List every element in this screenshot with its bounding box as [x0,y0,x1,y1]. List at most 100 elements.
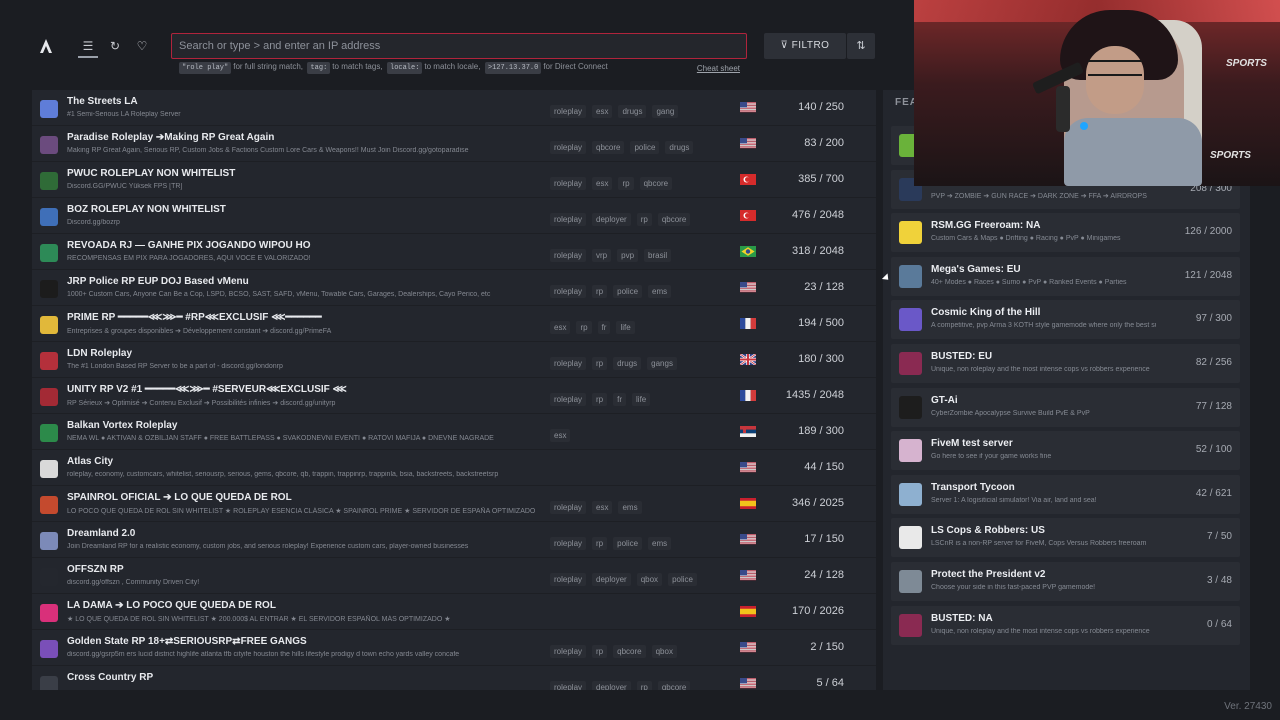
tag-chip[interactable]: deployer [592,681,631,690]
tag-chip[interactable]: rp [592,285,608,298]
tag-chip[interactable]: esx [550,429,571,442]
tag-chip[interactable]: pvp [617,249,639,262]
tag-chip[interactable]: qbcore [592,141,625,154]
server-row[interactable]: REVOADA RJ — GANHE PIX JOGANDO WIPOU HO R… [32,234,876,270]
tag-chip[interactable]: qbcore [657,213,691,226]
tag-chip[interactable]: brasil [644,249,672,262]
featured-server-row[interactable]: BUSTED: EU Unique, non roleplay and the m… [891,344,1240,383]
server-list[interactable]: The Streets LA #1 Semi-Serious LA Rolepla… [32,90,876,690]
tag-chip[interactable]: qbcore [657,681,691,690]
server-row[interactable]: Atlas City roleplay, economy, customcars,… [32,450,876,486]
tag-chip[interactable]: police [613,537,643,550]
tag-chip[interactable]: gangs [647,357,677,370]
tag-chip[interactable]: esx [592,501,613,514]
server-row[interactable]: JRP Police RP EUP DOJ Based vMenu 1000+ C… [32,270,876,306]
tag-chip[interactable]: life [616,321,635,334]
server-row[interactable]: LDN Roleplay The #1 London Based RP Serve… [32,342,876,378]
tag-chip[interactable]: drugs [613,357,642,370]
player-count: 2 / 150 [810,641,844,653]
tag-chip[interactable]: drugs [618,105,647,118]
tag-chip[interactable]: roleplay [550,285,587,298]
server-list-icon[interactable]: ☰ [78,36,98,58]
tag-chip[interactable]: roleplay [550,681,587,690]
featured-server-row[interactable]: BUSTED: NA Unique, non roleplay and the m… [891,605,1240,645]
tag-chip[interactable]: rp [636,681,652,690]
tag-chip[interactable]: rp [636,213,652,226]
server-row[interactable]: Dreamland 2.0 Join Dreamland RP for a rea… [32,522,876,558]
search-input[interactable] [172,34,746,58]
server-row[interactable]: OFFSZN RP discord.gg/offszn , Community D… [32,558,876,594]
featured-server-row[interactable]: LS Cops & Robbers: US LSCnR is a non-RP s… [891,518,1240,558]
sort-button[interactable]: ⇅ [847,33,875,59]
tag-chip[interactable]: roleplay [550,573,587,586]
history-icon[interactable]: ↻ [105,36,125,56]
tag-chip[interactable]: deployer [592,213,631,226]
tag-chip[interactable]: gang [652,105,679,118]
tag-chip[interactable]: esx [592,177,613,190]
server-row[interactable]: LA DAMA ➔ LO POCO QUE QUEDA DE ROL ★ LO Q… [32,594,876,630]
server-row[interactable]: Golden State RP 18+⇄SERIOUSRP⇄FREE GANGS… [32,630,876,666]
tag-chip[interactable]: ems [648,537,672,550]
featured-server-row[interactable]: FiveM test server Go here to see if your … [891,431,1240,471]
server-row[interactable]: UNITY RP V2 #1 ━━━━━⋘⋙━ #SERVEUR⋘EXCLUSI… [32,378,876,414]
tag-chip[interactable]: life [632,393,651,406]
tag-chip[interactable]: rp [576,321,592,334]
tag-chip[interactable]: roleplay [550,645,587,658]
server-row[interactable]: Paradise Roleplay ➔Making RP Great Again… [32,126,876,162]
featured-server-row[interactable]: GT-Ai CyberZombie Apocalypse Survive Buil… [891,387,1240,427]
server-icon [40,136,58,154]
tag-chip[interactable]: rp [618,177,634,190]
tag-chip[interactable]: roleplay [550,213,587,226]
tag-chip[interactable]: roleplay [550,537,587,550]
server-row[interactable]: PRIME RP ━━━━━⋘⋙━ #RP⋘EXCLUSIF ⋘━━━━━━ En… [32,306,876,342]
tag-chip[interactable]: rp [592,645,608,658]
tag-chip[interactable]: qbox [651,645,677,658]
tag-chip[interactable]: roleplay [550,393,587,406]
tag-chip[interactable]: deployer [592,573,631,586]
tag-chip[interactable]: vrp [592,249,612,262]
tag-chip[interactable]: qbox [636,573,663,586]
server-row[interactable]: Balkan Vortex Roleplay NEMA WL ● AKTIVAN … [32,414,876,450]
tag-chip[interactable]: esx [550,321,571,334]
cheat-sheet-link[interactable]: Cheat sheet [697,64,740,73]
fivem-logo-icon[interactable] [36,36,56,56]
tag-chip[interactable]: rp [592,537,608,550]
tag-chip[interactable]: drugs [665,141,694,154]
search-field[interactable] [171,33,747,59]
tag-chip[interactable]: roleplay [550,501,587,514]
tag-chip[interactable]: rp [592,357,608,370]
server-row[interactable]: PWUC ROLEPLAY NON WHITELIST Discord.GG/PW… [32,162,876,198]
tag-chip[interactable]: police [630,141,660,154]
hint-text: for full string match, [233,62,304,71]
server-icon [40,460,58,478]
tag-chip[interactable]: qbcore [613,645,646,658]
featured-server-row[interactable]: Protect the President v2 Choose your side… [891,562,1240,601]
server-name: PWUC ROLEPLAY NON WHITELIST [67,168,236,179]
featured-server-row[interactable]: Transport Tycoon Server 1: A logisiticial… [891,474,1240,514]
server-row[interactable]: BOZ ROLEPLAY NON WHITELIST Discord.gg/boz… [32,198,876,234]
tag-chip[interactable]: roleplay [550,249,587,262]
tag-chip[interactable]: roleplay [550,105,587,118]
tag-chip[interactable]: roleplay [550,141,587,154]
tag-chip[interactable]: roleplay [550,357,587,370]
tag-chip[interactable]: qbcore [639,177,673,190]
server-row[interactable]: Cross Country RP roleplay deployer rp qbcore… [32,666,876,690]
favorites-heart-icon[interactable]: ♡ [132,36,152,56]
tag-chip[interactable]: police [668,573,697,586]
tag-chip[interactable]: roleplay [550,177,587,190]
filter-button[interactable]: ⊽ FILTRO [764,33,846,59]
tag-chip[interactable]: police [613,285,643,298]
featured-server-row[interactable]: RSM.GG Freeroam: NA Custom Cars & Maps ● … [891,213,1240,253]
tag-chip[interactable]: fr [613,393,627,406]
featured-server-row[interactable]: Mega's Games: EU 40+ Modes ● Races ● Sumo… [891,256,1240,296]
flag-es-icon [740,606,756,617]
tag-chip[interactable]: fr [597,321,611,334]
server-row[interactable]: SPAINROL OFICIAL ➔ LO QUE QUEDA DE ROL LO… [32,486,876,522]
server-row[interactable]: The Streets LA #1 Semi-Serious LA Rolepla… [32,90,876,126]
featured-server-row[interactable]: Cosmic King of the Hill A competitive, pv… [891,300,1240,340]
tag-chip[interactable]: ems [618,501,642,514]
flag-tr-icon [740,210,756,221]
tag-chip[interactable]: rp [592,393,608,406]
tag-chip[interactable]: ems [648,285,672,298]
tag-chip[interactable]: esx [592,105,613,118]
